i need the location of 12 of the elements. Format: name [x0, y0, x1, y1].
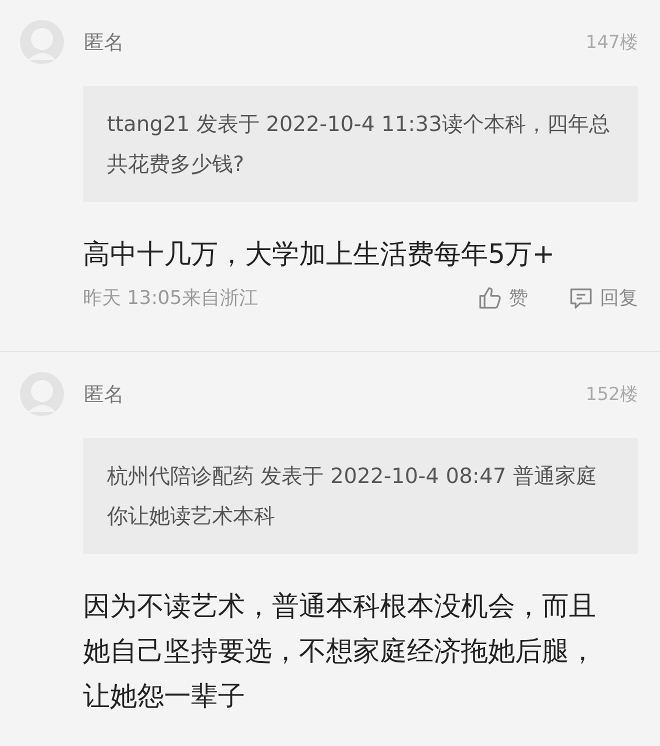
comment-text: 高中十几万，大学加上生活费每年5万+	[83, 238, 556, 272]
post-meta: 昨天 13:05来自浙江	[83, 286, 258, 311]
thumbs-up-icon	[477, 285, 503, 311]
quoted-post: ttang21 发表于 2022-10-4 11:33读个本科，四年总共花费多少钱?	[83, 86, 638, 202]
reply-button[interactable]: 回复	[568, 285, 638, 311]
author-name: 匿名	[84, 380, 124, 408]
author-name: 匿名	[84, 28, 124, 56]
comment-text: 因为不读艺术，普通本科根本没机会，而且她自己坚持要选，不想家庭经济拖她后腿，让她怨一辈子	[83, 590, 597, 714]
quoted-post: 杭州代陪诊配药 发表于 2022-10-4 08:47 普通家庭你让她读艺术本科	[83, 438, 638, 554]
like-button[interactable]: 赞	[477, 285, 528, 311]
floor-number: 147楼	[586, 31, 638, 54]
floor-number: 152楼	[586, 383, 638, 406]
